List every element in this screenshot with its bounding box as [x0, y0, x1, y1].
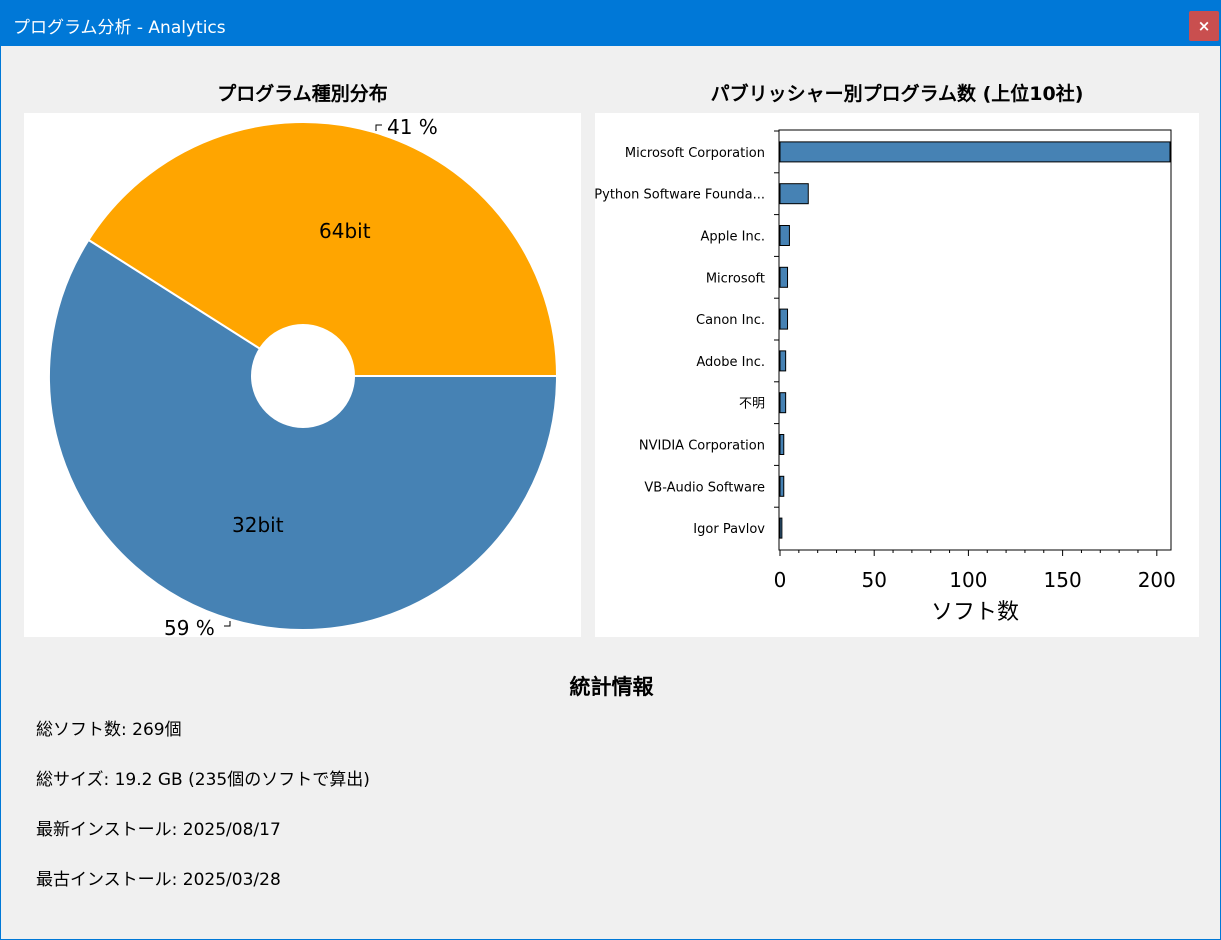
- bar-8: [779, 475, 785, 497]
- pie-percent-32bit: 59 %: [164, 616, 215, 637]
- bar-0: [779, 141, 1171, 163]
- x-tick-label-3: 150: [1044, 568, 1082, 592]
- pie-chart-area: 32bit 64bit 59 % 41 %: [24, 113, 581, 640]
- y-tick-label-9: Igor Pavlov: [693, 522, 765, 537]
- title-bar[interactable]: プログラム分析 - Analytics ×: [1, 1, 1221, 46]
- bar-1: [779, 183, 809, 205]
- x-tick-label-1: 50: [861, 568, 886, 592]
- bar-7: [779, 434, 785, 455]
- bar-chart: Microsoft Corporation Python Software Fou…: [594, 129, 1176, 625]
- stats-title: 統計情報: [569, 675, 654, 699]
- pie-chart: 32bit 64bit 59 % 41 %: [48, 115, 559, 640]
- y-tick-label-6: 不明: [739, 397, 765, 412]
- y-tick-label-1: Python Software Founda...: [595, 188, 765, 203]
- bar-4: [779, 308, 789, 330]
- pie-label-32bit: 32bit: [232, 513, 284, 537]
- bar-9: [779, 517, 783, 539]
- bar-x-axis-label: ソフト数: [931, 600, 1019, 625]
- stat-oldest-install: 最古インストール: 2025/03/28: [36, 870, 281, 890]
- pie-label-64bit: 64bit: [319, 219, 371, 243]
- y-tick-label-4: Canon Inc.: [696, 313, 765, 328]
- bar-chart-area: Microsoft Corporation Python Software Fou…: [594, 113, 1199, 637]
- y-tick-label-2: Apple Inc.: [701, 230, 766, 245]
- bar-2: [779, 225, 790, 246]
- y-tick-label-0: Microsoft Corporation: [625, 146, 765, 161]
- bar-plot-frame: [778, 129, 1172, 551]
- bar-chart-title: パブリッシャー別プログラム数 (上位10社): [710, 83, 1084, 105]
- stat-total-size: 総サイズ: 19.2 GB (235個のソフトで算出): [36, 770, 370, 790]
- y-tick-label-3: Microsoft: [706, 271, 765, 286]
- y-tick-label-8: VB-Audio Software: [644, 480, 765, 495]
- window-title: プログラム分析 - Analytics: [13, 18, 226, 38]
- x-tick-label-4: 200: [1138, 568, 1176, 592]
- bar-3: [779, 266, 789, 288]
- pie-leader-line-64bit: [375, 124, 382, 131]
- pie-chart-title: プログラム種別分布: [217, 83, 388, 105]
- pie-donut-hole: [251, 324, 355, 428]
- bar-5: [779, 350, 787, 372]
- close-button[interactable]: ×: [1189, 11, 1219, 41]
- stat-latest-install: 最新インストール: 2025/08/17: [36, 820, 281, 840]
- pie-percent-64bit: 41 %: [387, 115, 438, 139]
- x-tick-label-2: 100: [949, 568, 987, 592]
- y-tick-label-5: Adobe Inc.: [696, 355, 765, 370]
- bar-6: [779, 392, 787, 414]
- analytics-window: プログラム分析 - Analytics × プログラム種別分布 32bit 64…: [0, 0, 1221, 940]
- stat-total-count: 総ソフト数: 269個: [36, 720, 182, 740]
- pie-leader-line-32bit: [224, 621, 231, 627]
- y-tick-label-7: NVIDIA Corporation: [639, 439, 765, 454]
- x-tick-label-0: 0: [774, 568, 787, 592]
